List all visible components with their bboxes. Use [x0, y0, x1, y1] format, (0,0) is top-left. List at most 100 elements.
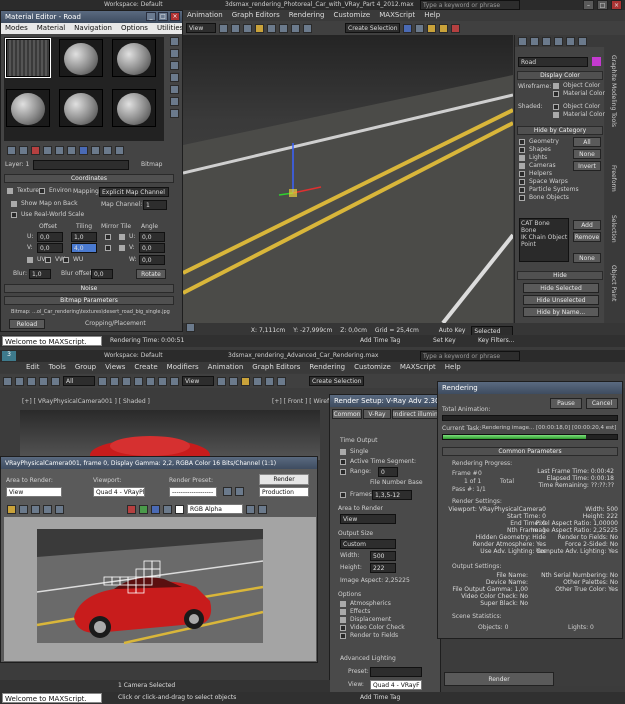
- texture-radio[interactable]: Texture: [17, 187, 39, 194]
- motion-tab-icon[interactable]: [554, 36, 563, 46]
- all-button[interactable]: All: [573, 137, 601, 147]
- link-icon[interactable]: [27, 376, 36, 386]
- add-time-tag[interactable]: Add Time Tag: [360, 335, 400, 347]
- output-size-dropdown[interactable]: Custom: [340, 539, 396, 549]
- common-parameters-rollout[interactable]: Common Parameters: [442, 447, 618, 456]
- menu-group[interactable]: Group: [75, 362, 96, 373]
- pivot-icon[interactable]: [217, 376, 226, 386]
- cancel-button[interactable]: Cancel: [586, 398, 618, 409]
- create-tab-icon[interactable]: [518, 36, 527, 46]
- hide-by-category-rollout[interactable]: Hide by Category: [517, 126, 603, 135]
- category-bone-objects[interactable]: Bone Objects: [529, 194, 569, 201]
- me-minimize-button[interactable]: _: [146, 12, 156, 21]
- angle-snap-icon[interactable]: [267, 23, 276, 33]
- fb-canvas[interactable]: [4, 517, 316, 661]
- menu-create[interactable]: Create: [134, 362, 157, 373]
- displacement-checkbox[interactable]: Displacement: [350, 616, 391, 623]
- window-crossing-icon[interactable]: [134, 376, 143, 386]
- tab-indirect-illumination[interactable]: Indirect illumina: [392, 409, 440, 419]
- frames-field[interactable]: 1,3,5-12: [372, 490, 412, 500]
- reset-map-icon[interactable]: [31, 145, 40, 155]
- set-key-button[interactable]: Set Key: [433, 335, 456, 347]
- reference-coord-dropdown[interactable]: View: [186, 23, 216, 33]
- rotate-icon[interactable]: [231, 23, 240, 33]
- v-tile-checkbox[interactable]: [119, 245, 125, 251]
- get-material-icon[interactable]: [7, 145, 16, 155]
- alpha-channel-icon[interactable]: [163, 504, 172, 514]
- material-id-icon[interactable]: [67, 145, 76, 155]
- fb-toggle-icon[interactable]: [258, 504, 267, 514]
- unlink-icon[interactable]: [39, 376, 48, 386]
- menu-customize[interactable]: Customize: [354, 362, 391, 373]
- percent-snap-icon[interactable]: [265, 376, 274, 386]
- minimize-button[interactable]: –: [583, 0, 594, 10]
- render-frame-icon[interactable]: [439, 23, 448, 33]
- noise-rollout[interactable]: Noise: [4, 284, 174, 293]
- sample-slot[interactable]: [112, 89, 156, 127]
- sample-slot[interactable]: [112, 39, 156, 77]
- material-editor-titlebar[interactable]: Material Editor - Road _ □ ×: [1, 11, 182, 23]
- bottom-workspace-dropdown[interactable]: Workspace: Default: [104, 352, 163, 359]
- preset-dropdown[interactable]: [370, 667, 422, 677]
- hide-unselected-button[interactable]: Hide Unselected: [523, 295, 599, 305]
- tab-common[interactable]: Common: [332, 409, 362, 419]
- menu-views[interactable]: Views: [105, 362, 125, 373]
- menu-help[interactable]: Help: [445, 362, 461, 373]
- single-radio[interactable]: Single: [350, 448, 368, 455]
- menu-help[interactable]: Help: [424, 10, 440, 21]
- named-selection-set[interactable]: Create Selection S: [345, 23, 400, 33]
- top-viewport[interactable]: [183, 35, 513, 323]
- shaded-material-color[interactable]: Material Color: [563, 111, 605, 118]
- options-icon[interactable]: [169, 109, 179, 118]
- redo-icon[interactable]: [15, 376, 24, 386]
- add-button[interactable]: Add: [573, 220, 601, 230]
- bottom-maxscript-listener[interactable]: Welcome to MAXScript.: [2, 693, 102, 703]
- fb-clone-icon[interactable]: [19, 504, 28, 514]
- menu-tools[interactable]: Tools: [49, 362, 66, 373]
- auto-key-button[interactable]: Auto Key: [439, 327, 466, 334]
- region-icon[interactable]: [122, 376, 131, 386]
- atmospherics-checkbox[interactable]: Atmospherics: [350, 600, 391, 607]
- me-menu-material[interactable]: Material: [37, 23, 65, 34]
- fb-preset-dropdown[interactable]: -------------------: [169, 487, 217, 497]
- map-channel-spinner[interactable]: 1: [143, 200, 167, 210]
- camera-viewport-label[interactable]: [+] [ VRayPhysicalCamera001 ] [ Shaded ]: [22, 398, 150, 405]
- me-maximize-button[interactable]: □: [158, 12, 168, 21]
- make-unique-icon[interactable]: [43, 145, 52, 155]
- category-particle-systems[interactable]: Particle Systems: [529, 186, 579, 193]
- coord-z[interactable]: Z: 0,0cm: [340, 327, 367, 334]
- active-segment-radio[interactable]: Active Time Segment:: [350, 458, 416, 465]
- show-map-on-back-checkbox[interactable]: Show Map on Back: [21, 200, 78, 207]
- v-offset-spinner[interactable]: 0,0: [37, 243, 63, 253]
- tab-vray[interactable]: V-Ray: [363, 409, 391, 419]
- ribbon-tab-object-paint[interactable]: Object Paint: [610, 265, 617, 301]
- hide-by-name-button[interactable]: Hide by Name...: [523, 307, 599, 317]
- menu-maxscript[interactable]: MAXScript: [400, 362, 436, 373]
- ribbon-tab-selection[interactable]: Selection: [610, 215, 617, 243]
- fb-render-setup-icon[interactable]: [223, 487, 232, 496]
- sample-type-icon[interactable]: [169, 37, 179, 46]
- coord-x[interactable]: X: 7,111cm: [251, 327, 285, 334]
- close-button[interactable]: ×: [611, 0, 622, 10]
- max-logo-icon[interactable]: 3: [2, 351, 16, 361]
- menu-edit[interactable]: Edit: [26, 362, 40, 373]
- red-channel-icon[interactable]: [127, 504, 136, 514]
- menu-customize[interactable]: Customize: [334, 10, 371, 21]
- green-channel-icon[interactable]: [139, 504, 148, 514]
- u-tile-checkbox[interactable]: [119, 234, 125, 240]
- map-type-label[interactable]: Bitmap: [141, 161, 162, 168]
- menu-graph-editors[interactable]: Graph Editors: [232, 10, 280, 21]
- u-angle-spinner[interactable]: 0,0: [139, 232, 165, 242]
- modify-tab-icon[interactable]: [530, 36, 539, 46]
- fb-display-icon[interactable]: [246, 504, 255, 514]
- rendering-titlebar[interactable]: Rendering: [438, 382, 622, 394]
- fb-render-button[interactable]: Render: [259, 474, 309, 485]
- fb-viewport-dropdown[interactable]: Quad 4 - VRayPh: [93, 487, 145, 497]
- wireframe-material-color[interactable]: Material Color: [563, 90, 605, 97]
- fb-area-dropdown[interactable]: View: [6, 487, 62, 497]
- u-mirror-checkbox[interactable]: [105, 234, 111, 240]
- category-space-warps[interactable]: Space Warps: [529, 178, 568, 185]
- render-setup-render-button[interactable]: Render: [444, 672, 554, 686]
- hide-list[interactable]: CAT Bone Bone IK Chain Object Point: [519, 218, 569, 262]
- u-tiling-spinner[interactable]: 1,0: [71, 232, 97, 242]
